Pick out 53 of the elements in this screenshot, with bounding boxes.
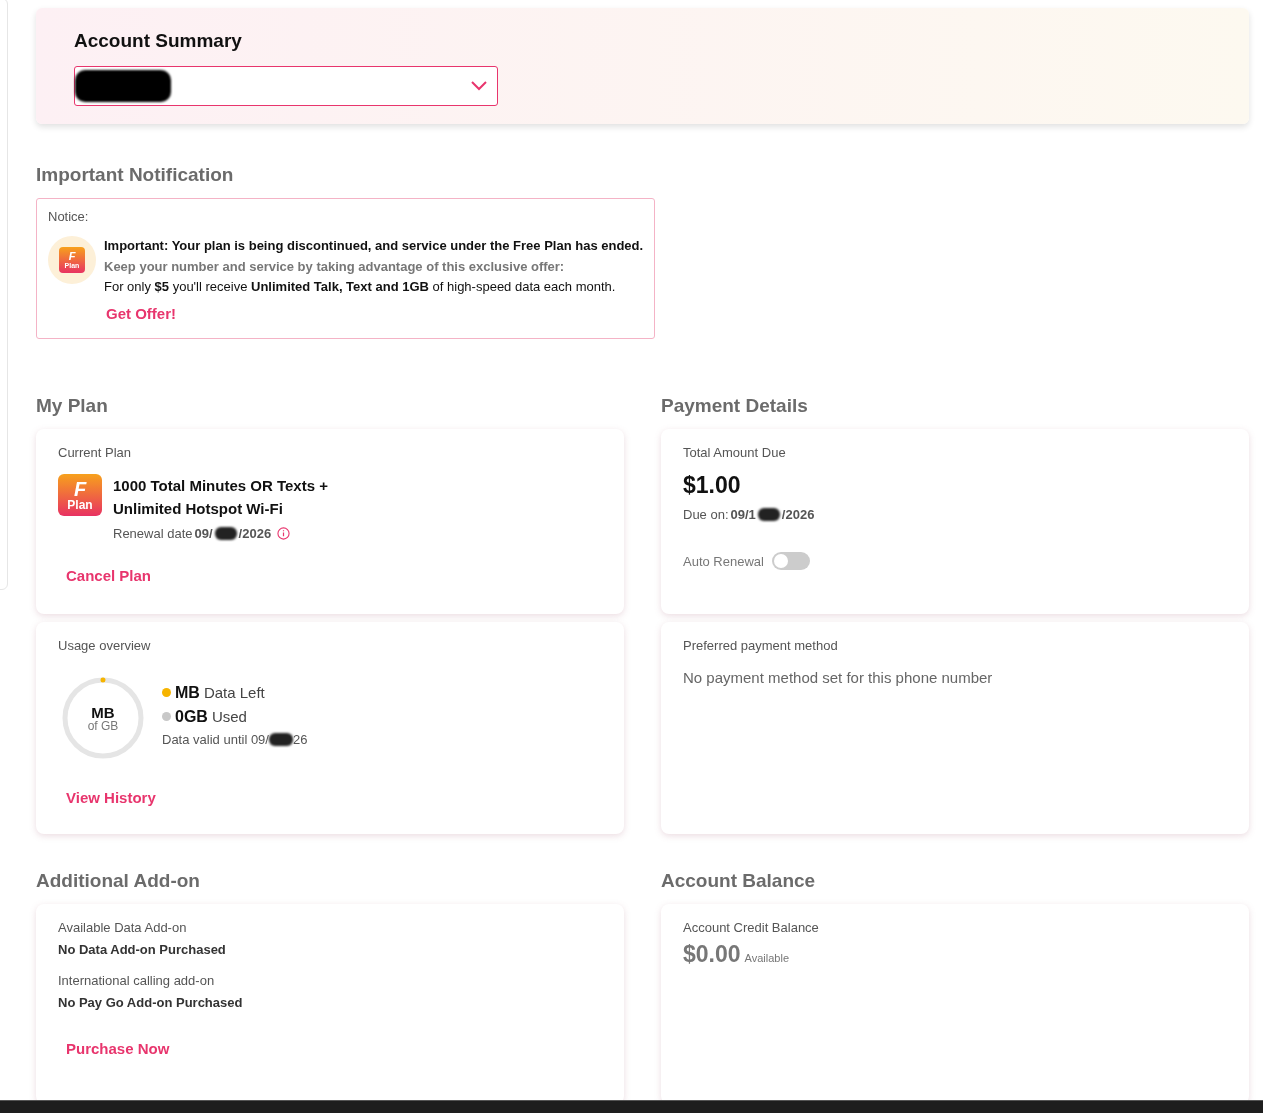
plan-logo-icon: F Plan bbox=[58, 474, 102, 516]
legend-dot-icon bbox=[162, 712, 171, 721]
notice-headline: Important: Your plan is being discontinued, and service under the Free Plan has ended. bbox=[104, 237, 644, 255]
card-label: Account Credit Balance bbox=[683, 920, 820, 935]
offer-text: For only $5 you'll receive Unlimited Talk, Text and 1GB of high-speed data each month. bbox=[104, 278, 617, 296]
auto-renewal-label: Auto Renewal bbox=[683, 553, 764, 569]
due-date: 09/1 bbox=[730, 507, 756, 522]
renewal-date: /2026 bbox=[238, 526, 272, 541]
redaction-mark bbox=[757, 508, 780, 521]
addon-value: No Data Add-on Purchased bbox=[58, 942, 227, 957]
section-heading: Payment Details bbox=[661, 395, 809, 417]
info-icon[interactable] bbox=[277, 527, 291, 540]
card-label: Total Amount Due bbox=[683, 445, 787, 460]
page-title: Account Summary bbox=[74, 30, 243, 52]
due-label: Due on: bbox=[683, 507, 729, 522]
renewal-label: Renewal date bbox=[113, 526, 193, 541]
payment-method-message: No payment method set for this phone number bbox=[683, 669, 994, 686]
renewal-date: 09/ bbox=[194, 526, 213, 541]
valid-until-text: 26 bbox=[292, 731, 308, 747]
balance-amount: $0.00 bbox=[683, 941, 741, 968]
data-left-amount: MB bbox=[175, 683, 200, 702]
addon-label: International calling add-on bbox=[58, 973, 216, 988]
card-label: Current Plan bbox=[58, 445, 132, 460]
account-select[interactable] bbox=[74, 66, 498, 106]
section-heading: My Plan bbox=[36, 395, 109, 417]
ring-value: MB bbox=[91, 704, 115, 720]
legend-dot-icon bbox=[162, 688, 171, 697]
get-offer-link[interactable]: Get Offer! bbox=[106, 303, 176, 324]
card-label: Preferred payment method bbox=[683, 638, 839, 653]
section-heading: Important Notification bbox=[36, 164, 235, 186]
addon-label: Available Data Add-on bbox=[58, 920, 188, 935]
ring-total: of GB bbox=[87, 719, 119, 732]
chevron-down-icon bbox=[471, 81, 487, 91]
valid-until-text: Data valid until 09/ bbox=[162, 731, 269, 747]
auto-renewal-toggle[interactable] bbox=[771, 552, 810, 570]
data-used-amount: 0GB bbox=[175, 707, 208, 726]
amount-due: $1.00 bbox=[683, 472, 742, 499]
notice-label: Notice: bbox=[48, 209, 90, 224]
section-heading: Additional Add-on bbox=[36, 870, 201, 892]
section-heading: Account Balance bbox=[661, 870, 817, 892]
redaction-mark bbox=[214, 527, 237, 540]
plan-name: 1000 Total Minutes OR Texts + Unlimited Hotspot Wi-Fi bbox=[113, 476, 329, 519]
notice-subline: Keep your number and service by taking advantage of this exclusive offer: bbox=[104, 257, 566, 276]
data-left-label: Data Left bbox=[203, 684, 265, 701]
data-used-label: Used bbox=[211, 708, 247, 725]
balance-suffix: Available bbox=[744, 952, 789, 964]
cancel-plan-link[interactable]: Cancel Plan bbox=[66, 567, 152, 584]
due-date: /2026 bbox=[781, 507, 815, 522]
addon-value: No Pay Go Add-on Purchased bbox=[58, 995, 244, 1010]
redaction-mark bbox=[268, 732, 293, 746]
purchase-now-link[interactable]: Purchase Now bbox=[66, 1040, 170, 1057]
card-label: Usage overview bbox=[58, 638, 152, 653]
view-history-link[interactable]: View History bbox=[66, 789, 156, 806]
